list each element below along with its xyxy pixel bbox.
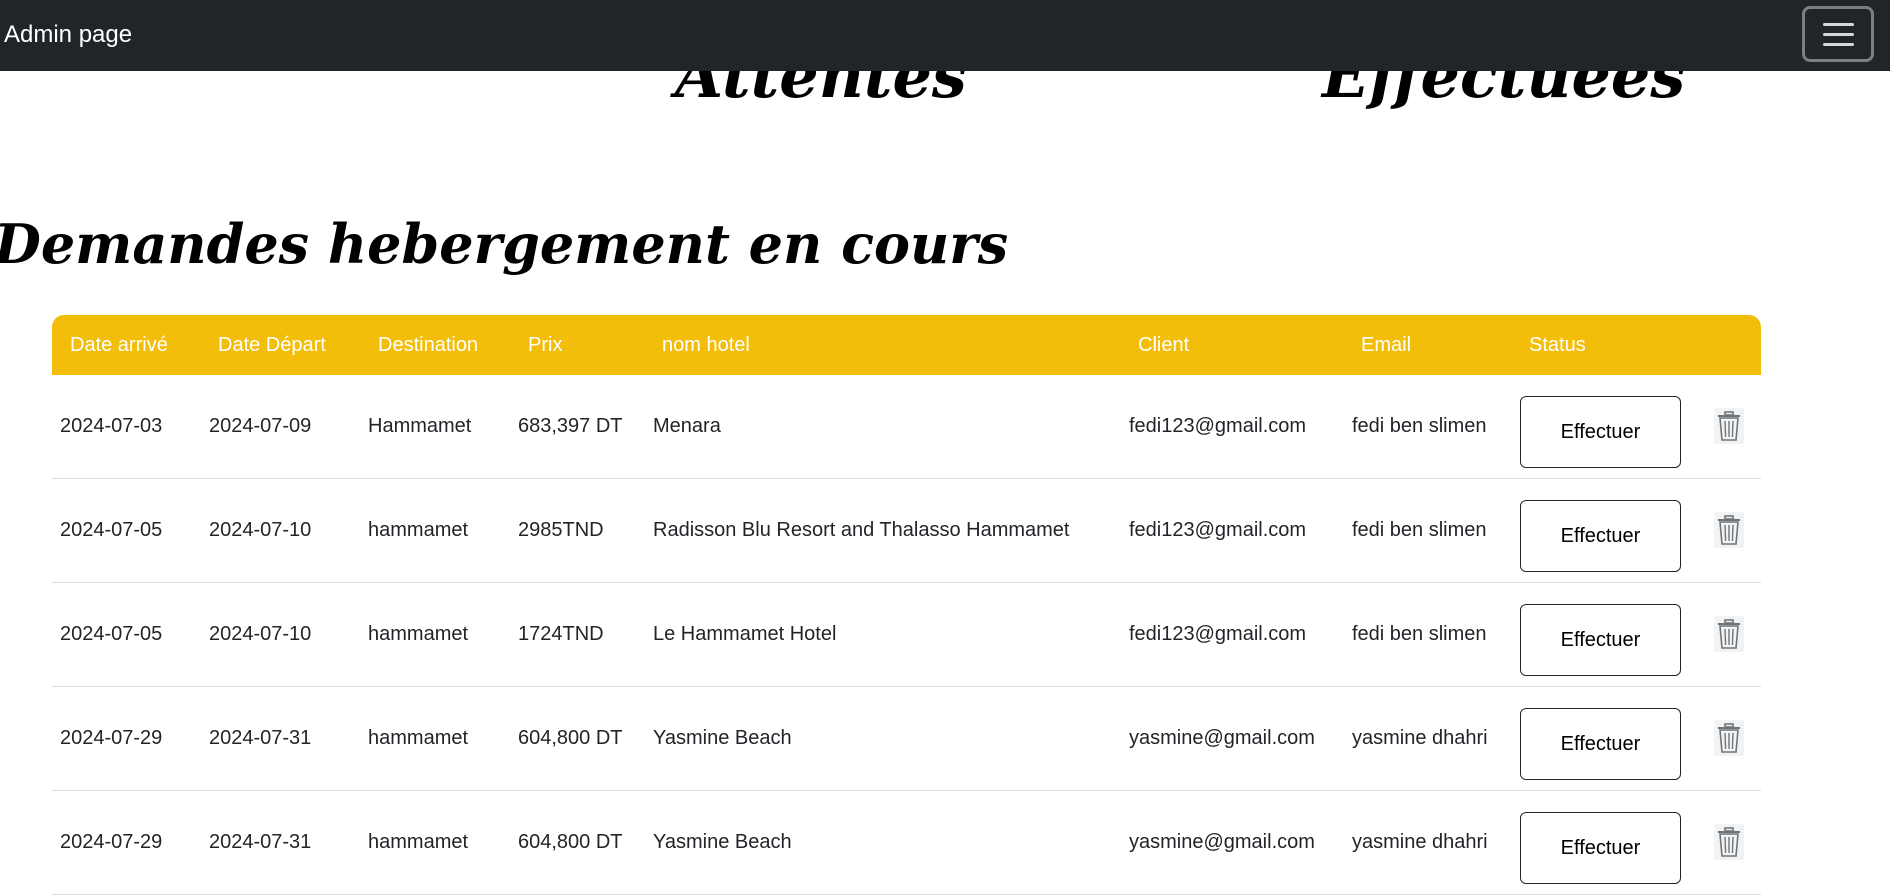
cell-email: fedi ben slimen xyxy=(1352,415,1487,437)
table-header: Date arrivé Date Départ Destination Prix… xyxy=(52,315,1761,375)
cell-nom-hotel: Yasmine Beach xyxy=(653,831,792,853)
navbar-brand[interactable]: Admin page xyxy=(4,20,132,50)
effectuer-button[interactable]: Effectuer xyxy=(1520,604,1681,676)
cell-email: yasmine dhahri xyxy=(1352,831,1488,853)
trash-icon[interactable] xyxy=(1714,512,1744,548)
cell-nom-hotel: Le Hammamet Hotel xyxy=(653,623,837,645)
cell-client: fedi123@gmail.com xyxy=(1129,623,1307,645)
cell-nom-hotel: Menara xyxy=(653,415,721,437)
table-row: 2024-07-05 2024-07-10 hammamet 2985TND Radis… xyxy=(52,479,1761,583)
trash-icon[interactable] xyxy=(1714,408,1744,444)
column-header-prix: Prix xyxy=(528,334,563,356)
cell-date-depart: 2024-07-09 xyxy=(209,415,312,437)
section-title: Demandes hebergement en cours xyxy=(0,212,1009,276)
table-row: 2024-07-05 2024-07-10 hammamet 1724TND Le Ha… xyxy=(52,583,1761,687)
table-body: 2024-07-03 2024-07-09 Hammamet 683,397 DT Me… xyxy=(52,375,1761,895)
cell-prix: 683,397 DT xyxy=(518,415,623,437)
cell-client: yasmine@gmail.com xyxy=(1129,831,1315,853)
trash-icon[interactable] xyxy=(1714,616,1744,652)
column-header-client: Client xyxy=(1138,334,1190,356)
navbar-toggle-button[interactable] xyxy=(1802,6,1874,62)
trash-icon[interactable] xyxy=(1714,824,1744,860)
column-header-email: Email xyxy=(1361,334,1412,356)
cell-prix: 604,800 DT xyxy=(518,727,623,749)
cell-date-arrive: 2024-07-05 xyxy=(60,623,163,645)
cell-client: yasmine@gmail.com xyxy=(1129,727,1315,749)
cell-destination: hammamet xyxy=(368,623,469,645)
cell-date-arrive: 2024-07-29 xyxy=(60,831,163,853)
table-row: 2024-07-29 2024-07-31 hammamet 604,800 DT Ya… xyxy=(52,687,1761,791)
trash-icon[interactable] xyxy=(1714,720,1744,756)
cell-email: fedi ben slimen xyxy=(1352,623,1487,645)
cell-prix: 2985TND xyxy=(518,519,604,541)
column-header-nom-hotel: nom hotel xyxy=(662,334,750,356)
cell-prix: 604,800 DT xyxy=(518,831,623,853)
effectuer-button[interactable]: Effectuer xyxy=(1520,708,1681,780)
cell-date-arrive: 2024-07-03 xyxy=(60,415,163,437)
cell-date-depart: 2024-07-10 xyxy=(209,623,312,645)
effectuer-button[interactable]: Effectuer xyxy=(1520,812,1681,884)
cell-destination: hammamet xyxy=(368,519,469,541)
table-row: 2024-07-03 2024-07-09 Hammamet 683,397 DT Me… xyxy=(52,375,1761,479)
cell-prix: 1724TND xyxy=(518,623,604,645)
cell-email: yasmine dhahri xyxy=(1352,727,1488,749)
cell-destination: Hammamet xyxy=(368,415,472,437)
column-header-date-depart: Date Départ xyxy=(218,334,326,356)
cell-date-arrive: 2024-07-29 xyxy=(60,727,163,749)
column-header-status: Status xyxy=(1529,334,1586,356)
reservations-table: Date arrivé Date Départ Destination Prix… xyxy=(52,315,1761,895)
effectuer-button[interactable]: Effectuer xyxy=(1520,500,1681,572)
navbar: Admin page xyxy=(0,0,1890,71)
cell-client: fedi123@gmail.com xyxy=(1129,415,1307,437)
cell-nom-hotel: Radisson Blu Resort and Thalasso Hammame… xyxy=(653,519,1070,541)
column-header-date-arrive: Date arrivé xyxy=(70,334,168,356)
cell-destination: hammamet xyxy=(368,727,469,749)
cell-date-depart: 2024-07-31 xyxy=(209,727,312,749)
cell-date-depart: 2024-07-31 xyxy=(209,831,312,853)
effectuer-button[interactable]: Effectuer xyxy=(1520,396,1681,468)
cell-date-depart: 2024-07-10 xyxy=(209,519,312,541)
table-row: 2024-07-29 2024-07-31 hammamet 604,800 DT Ya… xyxy=(52,791,1761,895)
column-header-destination: Destination xyxy=(378,334,479,356)
cell-nom-hotel: Yasmine Beach xyxy=(653,727,792,749)
cell-client: fedi123@gmail.com xyxy=(1129,519,1307,541)
cell-email: fedi ben slimen xyxy=(1352,519,1487,541)
cell-destination: hammamet xyxy=(368,831,469,853)
cell-date-arrive: 2024-07-05 xyxy=(60,519,163,541)
